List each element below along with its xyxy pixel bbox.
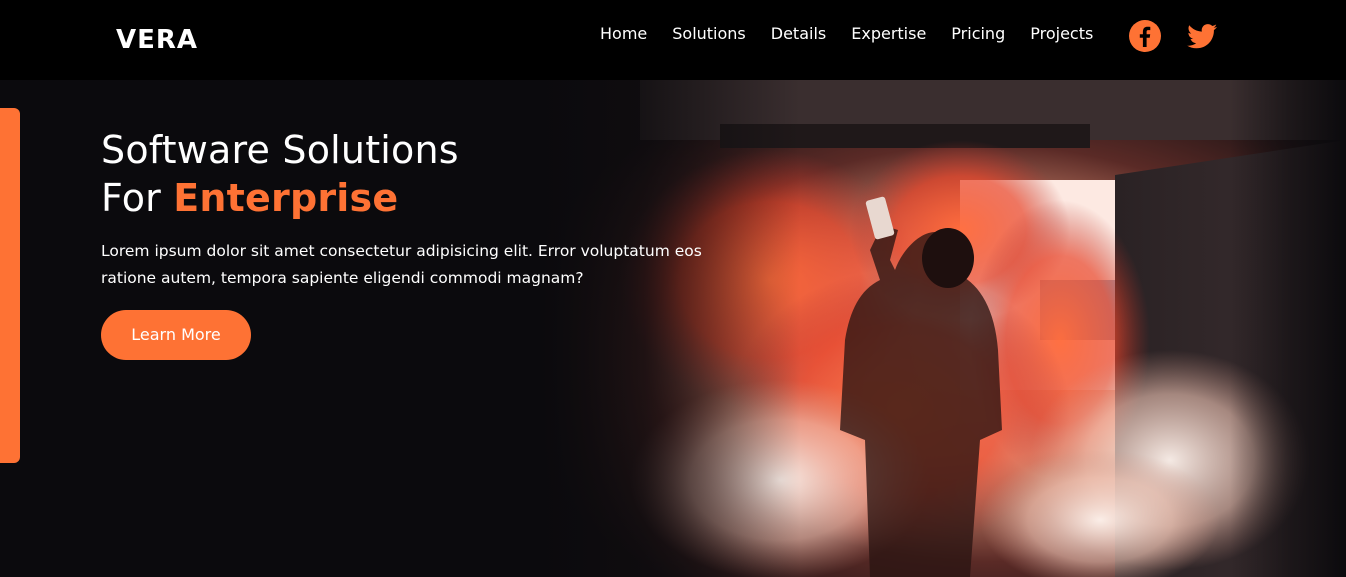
nav-link-home[interactable]: Home [600, 22, 647, 46]
hero-title-accent: Enterprise [173, 176, 399, 220]
brand-logo[interactable]: VERA [116, 24, 198, 56]
hero-description: Lorem ipsum dolor sit amet consectetur a… [101, 242, 702, 287]
learn-more-button[interactable]: Learn More [101, 310, 251, 360]
image-fade-right [1230, 80, 1346, 577]
hero-text: Software Solutions For Enterprise Lorem … [101, 126, 741, 360]
hero-title-line1: Software Solutions [101, 128, 459, 172]
nav-link-projects[interactable]: Projects [1030, 22, 1093, 46]
hero-accent-bar [0, 108, 20, 463]
facebook-icon[interactable] [1129, 20, 1161, 52]
nav-link-expertise[interactable]: Expertise [851, 22, 926, 46]
nav-link-solutions[interactable]: Solutions [672, 22, 746, 46]
nav-links: Home Solutions Details Expertise Pricing… [600, 22, 1093, 46]
nav-link-details[interactable]: Details [771, 22, 826, 46]
navbar: VERA Home Solutions Details Expertise Pr… [0, 0, 1346, 80]
twitter-icon[interactable] [1186, 20, 1218, 52]
hero-title-prefix: For [101, 176, 174, 220]
hero-section: Software Solutions For Enterprise Lorem … [0, 80, 1346, 577]
nav-link-pricing[interactable]: Pricing [951, 22, 1005, 46]
hero-title: Software Solutions For Enterprise [101, 126, 741, 222]
